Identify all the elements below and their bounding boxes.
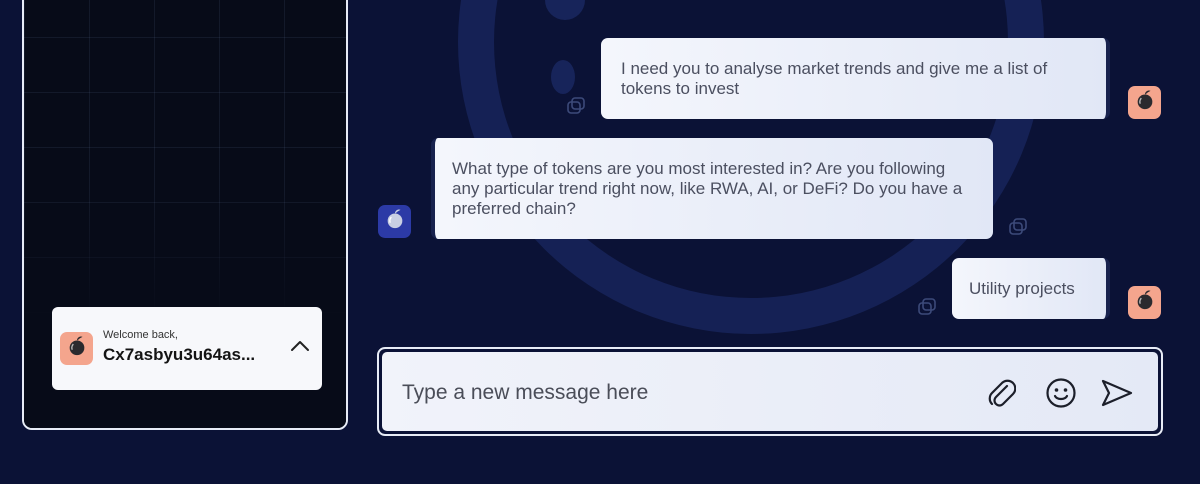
assistant-avatar xyxy=(378,205,411,238)
message-text: I need you to analyse market trends and … xyxy=(621,59,1048,98)
avatar xyxy=(60,332,93,365)
background-dot-decoration xyxy=(551,60,575,94)
user-message-bubble: I need you to analyse market trends and … xyxy=(601,38,1110,119)
copy-icon[interactable] xyxy=(916,297,938,322)
welcome-label: Welcome back, xyxy=(103,329,178,341)
apple-logo-icon xyxy=(66,335,88,362)
message-text: Utility projects xyxy=(969,279,1075,298)
copy-icon[interactable] xyxy=(1007,217,1029,242)
smiley-icon[interactable] xyxy=(1042,374,1080,412)
paperclip-icon[interactable] xyxy=(982,374,1020,412)
message-composer xyxy=(377,347,1163,436)
account-card[interactable]: Welcome back, Cx7asbyu3u64as... xyxy=(52,307,322,390)
message-text: What type of tokens are you most interes… xyxy=(452,159,963,218)
assistant-message-bubble: What type of tokens are you most interes… xyxy=(431,138,993,239)
user-avatar xyxy=(1128,286,1161,319)
wallet-address: Cx7asbyu3u64as... xyxy=(103,345,256,364)
user-avatar xyxy=(1128,86,1161,119)
message-input[interactable] xyxy=(402,381,962,405)
left-panel: Welcome back, Cx7asbyu3u64as... xyxy=(22,0,348,430)
apple-logo-icon xyxy=(1134,89,1156,116)
chevron-up-icon[interactable] xyxy=(290,339,310,358)
apple-logo-icon xyxy=(1134,289,1156,316)
apple-logo-icon xyxy=(384,208,406,235)
composer-field xyxy=(382,352,1158,431)
user-message-bubble: Utility projects xyxy=(952,258,1110,319)
send-icon[interactable] xyxy=(1098,374,1136,412)
copy-icon[interactable] xyxy=(565,96,587,121)
